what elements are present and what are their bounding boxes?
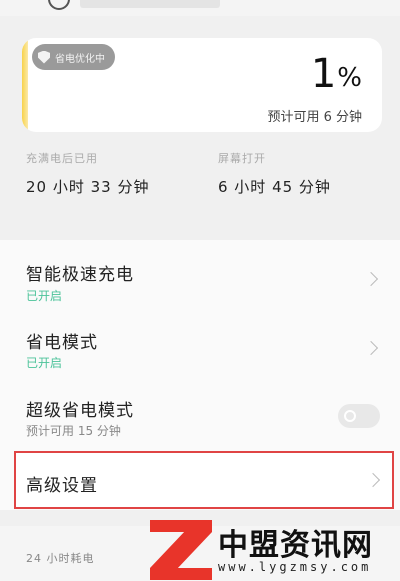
stat-value: 20 小时 33 分钟: [26, 178, 150, 196]
stat-value: 6 小时 45 分钟: [218, 178, 331, 196]
chevron-right-icon: [363, 340, 379, 356]
power-saving-chip-label: 省电优化中: [55, 53, 105, 65]
battery-percentage: 1 %: [311, 54, 362, 94]
chevron-right-icon: [363, 271, 379, 287]
row-status: 已开启: [26, 289, 63, 303]
shield-icon: [38, 50, 50, 64]
row-title: 高级设置: [26, 476, 98, 496]
battery-level-fill: [22, 38, 28, 132]
battery-percent-value: 1: [310, 51, 337, 97]
stat-label: 屏幕打开: [218, 152, 266, 165]
usage-24h-label: 24 小时耗电: [26, 552, 95, 565]
row-title: 超级省电模式: [26, 401, 134, 421]
top-partial-title: [80, 0, 220, 8]
chevron-right-icon: [365, 472, 381, 488]
battery-card: 省电优化中 1 % 预计可用 6 分钟: [22, 38, 382, 132]
smart-fast-charge-row[interactable]: 智能极速充电 已开启: [0, 240, 400, 316]
top-partial-bar: [0, 0, 400, 16]
row-title: 省电模式: [26, 333, 98, 353]
row-title: 智能极速充电: [26, 265, 134, 285]
row-status: 已开启: [26, 356, 63, 370]
stat-screen-on: 屏幕打开 6 小时 45 分钟: [218, 150, 331, 197]
stat-label: 充满电后已用: [26, 152, 98, 165]
toggle-knob: [344, 410, 356, 422]
super-power-saving-row[interactable]: 超级省电模式 预计可用 15 分钟: [0, 388, 400, 450]
power-saving-mode-row[interactable]: 省电模式 已开启: [0, 316, 400, 388]
stat-since-full-charge: 充满电后已用 20 小时 33 分钟: [26, 150, 149, 197]
watermark-url: www.lygzmsy.com: [218, 560, 372, 574]
watermark-title: 中盟资讯网: [218, 528, 373, 563]
super-power-saving-toggle[interactable]: [338, 404, 380, 428]
advanced-settings-row[interactable]: 高级设置: [14, 451, 394, 509]
usage-stats: 充满电后已用 20 小时 33 分钟 屏幕打开 6 小时 45 分钟: [0, 150, 400, 210]
remaining-time: 预计可用 6 分钟: [267, 110, 362, 125]
row-status: 预计可用 15 分钟: [26, 424, 121, 438]
battery-percent-symbol: %: [337, 63, 362, 93]
back-icon[interactable]: [48, 0, 70, 10]
power-saving-chip[interactable]: 省电优化中: [32, 44, 115, 70]
